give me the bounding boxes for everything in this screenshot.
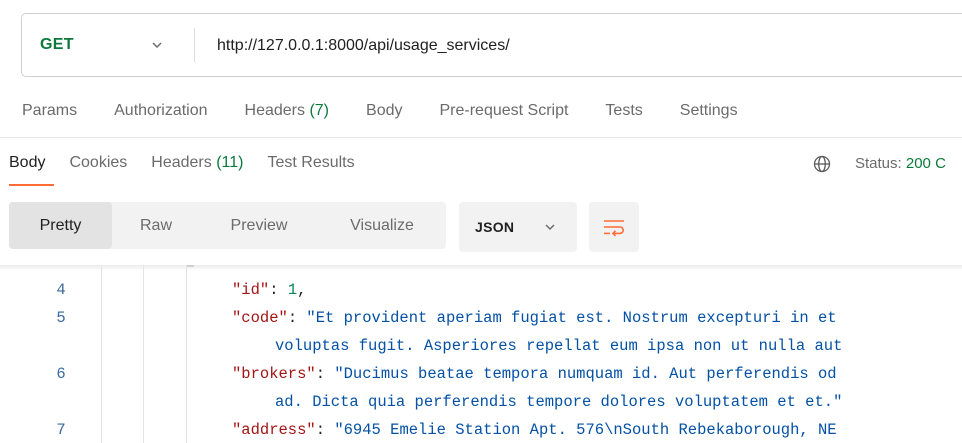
- active-tab-underline: [9, 184, 54, 186]
- view-visualize-button[interactable]: Visualize: [318, 202, 446, 249]
- json-key: "id": [232, 281, 270, 299]
- code-line: 5 "code": "Et provident aperiam fugiat e…: [0, 305, 962, 331]
- line-content: "id": 1,: [232, 277, 306, 303]
- json-separator: :: [269, 281, 288, 299]
- line-content: voluptas fugit. Asperiores repellat eum …: [275, 333, 842, 359]
- tab-label: Pre-request Script: [439, 102, 569, 119]
- resp-headers-count: (11): [216, 154, 244, 171]
- json-string: "6945 Emelie Station Apt. 576\nSouth Reb…: [334, 421, 837, 439]
- json-number: 1: [287, 281, 298, 299]
- status-indicator[interactable]: Status: 200 C: [855, 155, 946, 172]
- tab-params[interactable]: Params: [22, 102, 77, 120]
- headers-count: (7): [309, 102, 330, 119]
- tab-label: Settings: [679, 102, 738, 119]
- url-input[interactable]: [195, 14, 962, 76]
- line-content: "brokers": "Ducimus beatae tempora numqu…: [232, 361, 837, 387]
- json-string: "Ducimus beatae tempora numquam id. Aut …: [334, 365, 837, 383]
- method-label: GET: [40, 36, 74, 53]
- resp-tab-headers[interactable]: Headers (11): [151, 154, 243, 172]
- tab-label: Test Results: [267, 154, 355, 171]
- code-line: 7 "address": "6945 Emelie Station Apt. 5…: [0, 417, 962, 443]
- section-divider: [0, 137, 962, 138]
- json-string: voluptas fugit. Asperiores repellat eum …: [275, 337, 843, 355]
- tab-body[interactable]: Body: [366, 102, 402, 120]
- line-content: "code": "Et provident aperiam fugiat est…: [232, 305, 837, 331]
- view-raw-button[interactable]: Raw: [112, 202, 200, 249]
- format-label: JSON: [475, 219, 515, 235]
- tab-label: Tests: [605, 102, 643, 119]
- format-select[interactable]: JSON: [459, 202, 577, 252]
- status-value: 200 C: [905, 155, 946, 172]
- view-preview-button[interactable]: Preview: [200, 202, 318, 249]
- json-key: "code": [232, 309, 288, 327]
- json-separator: :: [287, 309, 307, 327]
- line-number: 7: [56, 421, 66, 439]
- code-line-wrapped: voluptas fugit. Asperiores repellat eum …: [0, 333, 962, 359]
- json-separator: :: [315, 365, 335, 383]
- status-label: Status:: [855, 155, 902, 172]
- tab-label: Params: [22, 102, 78, 119]
- globe-icon[interactable]: [813, 155, 831, 173]
- tab-label: Body: [9, 154, 46, 171]
- tab-tests[interactable]: Tests: [605, 102, 642, 120]
- resp-tab-test-results[interactable]: Test Results: [267, 154, 354, 172]
- view-mode-group: Pretty Raw Preview Visualize: [9, 202, 446, 249]
- fold-marker: [186, 261, 194, 267]
- code-line: 4 "id": 1,: [0, 277, 962, 303]
- wrap-lines-button[interactable]: [589, 202, 639, 252]
- json-separator: :: [315, 421, 335, 439]
- view-pretty-button[interactable]: Pretty: [9, 202, 112, 249]
- json-comma: ,: [297, 281, 307, 299]
- method-selector[interactable]: GET: [22, 14, 194, 76]
- resp-tab-body[interactable]: Body: [9, 154, 54, 186]
- json-key: "brokers": [232, 365, 316, 383]
- chevron-down-icon: [152, 42, 162, 49]
- line-content: ad. Dicta quia perferendis tempore dolor…: [275, 389, 842, 415]
- request-tabs: Params Authorization Headers (7) Body Pr…: [22, 102, 775, 120]
- tab-settings[interactable]: Settings: [680, 102, 738, 120]
- line-number: 6: [56, 365, 66, 383]
- postman-request-panel: GET Params Authorization Headers (7) Bod…: [0, 0, 962, 443]
- tab-label: Body: [366, 102, 403, 119]
- tab-label: Headers: [151, 154, 212, 171]
- json-string: ad. Dicta quia perferendis tempore dolor…: [275, 393, 843, 411]
- tab-headers[interactable]: Headers (7): [245, 102, 330, 120]
- resp-tab-cookies[interactable]: Cookies: [69, 154, 127, 172]
- response-tabs: Body Cookies Headers (11) Test Results: [9, 154, 379, 186]
- wrap-lines-icon: [604, 220, 624, 237]
- url-bar: GET: [21, 13, 962, 77]
- tab-pre-request-script[interactable]: Pre-request Script: [439, 102, 568, 120]
- response-body-code[interactable]: 4 "id": 1, 5 "code": "Et provident aperi…: [0, 265, 962, 443]
- line-number: 4: [56, 281, 66, 299]
- line-number: 5: [56, 309, 66, 327]
- json-string: "Et provident aperiam fugiat est. Nostru…: [306, 309, 837, 327]
- line-content: "address": "6945 Emelie Station Apt. 576…: [232, 417, 837, 443]
- tab-label: Cookies: [69, 154, 128, 171]
- chevron-down-icon: [545, 224, 555, 231]
- code-line: 6 "brokers": "Ducimus beatae tempora num…: [0, 361, 962, 387]
- scroll-shadow: [0, 265, 962, 271]
- tab-label: Authorization: [114, 102, 208, 119]
- tab-label: Headers: [244, 102, 305, 119]
- code-line-wrapped: ad. Dicta quia perferendis tempore dolor…: [0, 389, 962, 415]
- json-key: "address": [232, 421, 316, 439]
- tab-authorization[interactable]: Authorization: [114, 102, 207, 120]
